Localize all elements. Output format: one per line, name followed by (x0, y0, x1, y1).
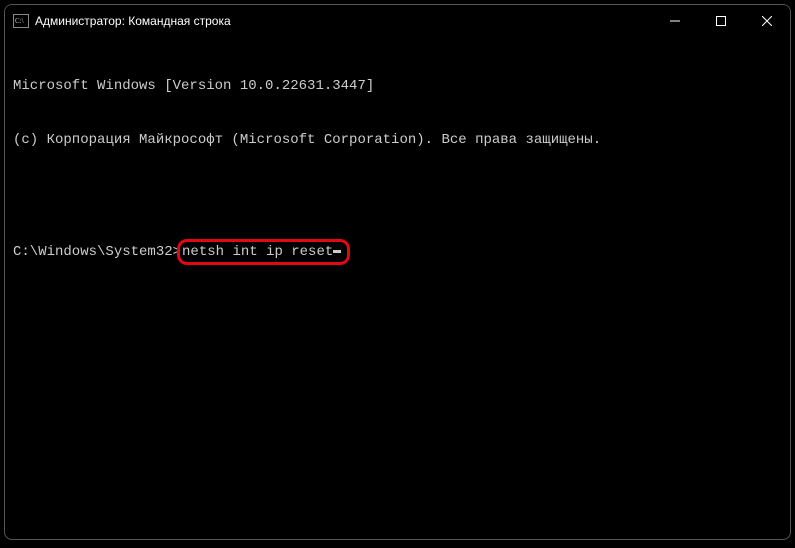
maximize-button[interactable] (698, 5, 744, 37)
version-line: Microsoft Windows [Version 10.0.22631.34… (13, 77, 782, 95)
cmd-icon: C:\ (13, 13, 29, 29)
prompt-path: C:\Windows\System32> (13, 243, 181, 261)
terminal-output[interactable]: Microsoft Windows [Version 10.0.22631.34… (5, 37, 790, 305)
svg-text:C:\: C:\ (15, 17, 24, 25)
window-titlebar[interactable]: C:\ Администратор: Командная строка (5, 5, 790, 37)
window-controls (652, 5, 790, 37)
command-prompt-window: C:\ Администратор: Командная строка Micr… (4, 4, 791, 540)
command-highlight: netsh int ip reset (177, 239, 350, 265)
blank-line (13, 185, 782, 203)
close-button[interactable] (744, 5, 790, 37)
copyright-line: (c) Корпорация Майкрософт (Microsoft Cor… (13, 131, 782, 149)
window-title: Администратор: Командная строка (35, 14, 652, 28)
minimize-button[interactable] (652, 5, 698, 37)
text-cursor (333, 250, 341, 253)
command-text: netsh int ip reset (182, 243, 333, 261)
prompt-line: C:\Windows\System32>netsh int ip reset (13, 239, 782, 265)
